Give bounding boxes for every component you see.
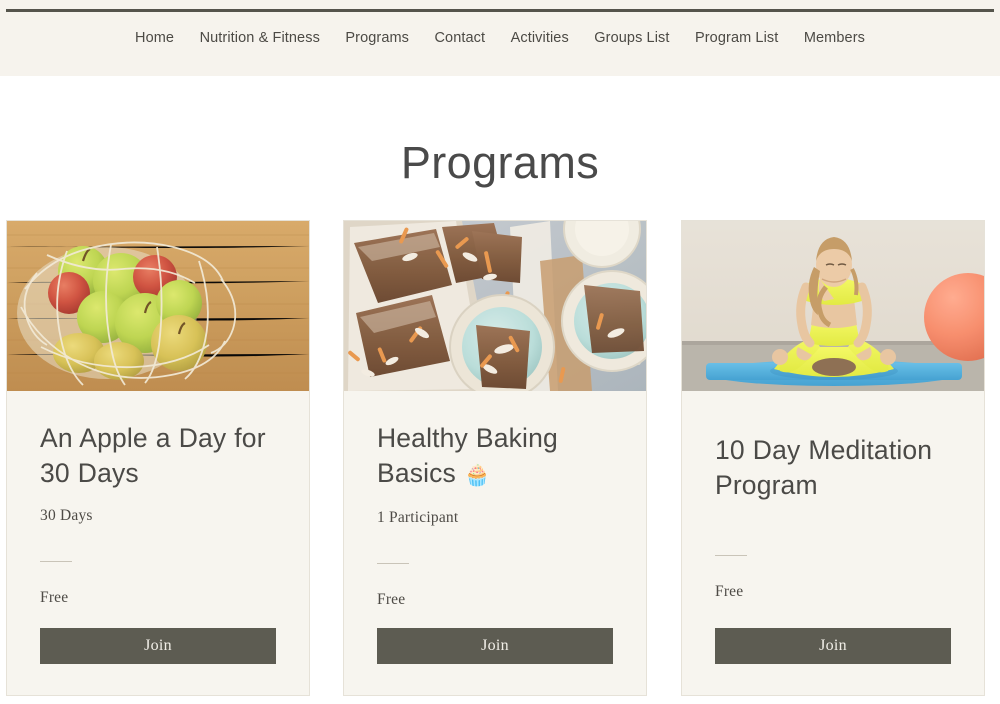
program-card[interactable]: An Apple a Day for 30 Days 30 Days Free … (6, 220, 310, 696)
join-button[interactable]: Join (40, 628, 276, 664)
program-card-image-apples (7, 221, 309, 391)
program-card-meta: 1 Participant (377, 509, 459, 526)
program-card[interactable]: Healthy Baking Basics 🧁 1 Participant Fr… (343, 220, 647, 696)
program-card-image-carrot-cake (344, 221, 646, 391)
program-card-title: Healthy Baking Basics 🧁 (377, 391, 613, 493)
header-top-rule (6, 9, 994, 12)
nav-item-home[interactable]: Home (135, 27, 174, 49)
program-card-title: An Apple a Day for 30 Days (40, 391, 276, 491)
page-title: Programs (400, 137, 600, 189)
cupcake-icon: 🧁 (463, 464, 491, 487)
program-card[interactable]: 10 Day Meditation Program Free Join (681, 220, 985, 696)
nav-item-groups-list[interactable]: Groups List (594, 27, 669, 49)
join-button[interactable]: Join (377, 628, 613, 664)
program-card-title: 10 Day Meditation Program (715, 391, 951, 503)
program-card-body: 10 Day Meditation Program Free Join (682, 391, 984, 695)
main-navigation: Home Nutrition & Fitness Programs Contac… (0, 27, 1000, 49)
nav-item-members[interactable]: Members (804, 27, 865, 49)
program-card-body: An Apple a Day for 30 Days 30 Days Free … (7, 391, 309, 695)
nav-item-programs[interactable]: Programs (345, 27, 409, 49)
nav-item-contact[interactable]: Contact (434, 27, 485, 49)
nav-item-nutrition-fitness[interactable]: Nutrition & Fitness (200, 27, 320, 49)
join-button[interactable]: Join (715, 628, 951, 664)
program-card-price: Free (715, 583, 744, 600)
program-card-title-text: 10 Day Meditation Program (715, 435, 933, 500)
nav-item-program-list[interactable]: Program List (695, 27, 778, 49)
program-card-meta: 30 Days (40, 507, 93, 524)
site-header: Home Nutrition & Fitness Programs Contac… (0, 0, 1000, 76)
program-card-price: Free (40, 589, 69, 606)
program-card-image-meditation (682, 221, 984, 391)
nav-item-activities[interactable]: Activities (511, 27, 569, 49)
program-card-title-text: An Apple a Day for 30 Days (40, 423, 266, 488)
program-card-price: Free (377, 591, 406, 608)
programs-card-grid: An Apple a Day for 30 Days 30 Days Free … (6, 220, 994, 698)
program-card-body: Healthy Baking Basics 🧁 1 Participant Fr… (344, 391, 646, 695)
